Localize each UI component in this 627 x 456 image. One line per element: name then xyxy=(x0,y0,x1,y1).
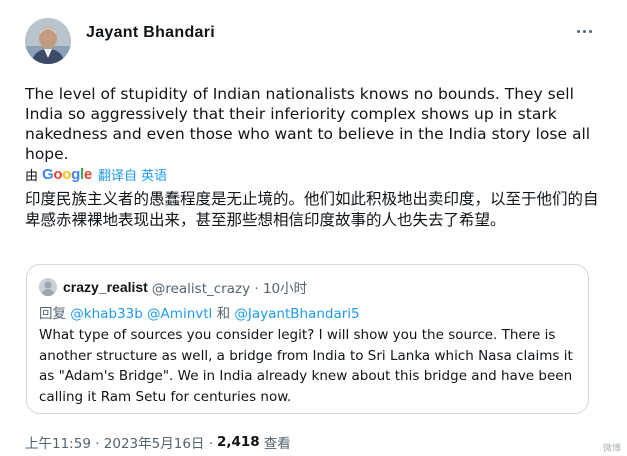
author-display-name[interactable]: Jayant Bhandari xyxy=(86,24,215,42)
translation-attribution: 由 Google 翻译自 英语 xyxy=(25,164,167,184)
translated-tweet-text: 印度民族主义者的愚蠢程度是无止境的。他们如此积极地出卖印度，以至于他们的自卑感赤… xyxy=(25,190,599,229)
reply-prefix: 回复 xyxy=(39,306,66,322)
quoted-tweet-text: What type of sources you consider legit?… xyxy=(39,327,573,405)
reply-and: 和 xyxy=(216,306,231,322)
reply-context: 回复 @khab33b @Aminvtl 和 @JayantBhandari5 xyxy=(39,302,360,322)
tweet-footer: 上午11:59 · 2023年5月16日 · 2,418 查看 xyxy=(25,432,291,452)
quoted-tweet-header: crazy_realist @realist_crazy · 10小时 xyxy=(39,277,307,297)
reply-mentions-link[interactable]: @khab33b @Aminvtl xyxy=(70,306,212,322)
quoted-tweet[interactable]: crazy_realist @realist_crazy · 10小时 回复 @… xyxy=(26,264,589,414)
reply-mention-link[interactable]: @JayantBhandari5 xyxy=(234,306,359,322)
tweet-card: Jayant Bhandari The level of stupidity o… xyxy=(0,0,627,456)
avatar-image xyxy=(25,18,71,64)
more-dot xyxy=(588,29,592,33)
tweet-body-text: The level of stupidity of Indian nationa… xyxy=(25,85,591,163)
avatar-image xyxy=(39,278,57,296)
translate-source-link[interactable]: 翻译自 英语 xyxy=(98,165,167,184)
translate-by-label: 由 xyxy=(25,168,39,184)
quoted-author-name[interactable]: crazy_realist xyxy=(63,279,148,295)
more-options-button[interactable] xyxy=(571,20,597,42)
watermark: 微博 xyxy=(602,444,621,454)
views-label: 查看 xyxy=(263,436,291,452)
views-count: 2,418 xyxy=(217,434,260,450)
author-avatar[interactable] xyxy=(25,18,71,64)
more-dot xyxy=(582,29,586,33)
timestamp-link[interactable]: 上午11:59 · 2023年5月16日 · xyxy=(25,432,213,452)
more-horizontal-icon xyxy=(576,29,580,33)
quoted-author-meta: @realist_crazy · 10小时 xyxy=(151,281,308,297)
quoted-author-avatar[interactable] xyxy=(39,278,57,296)
google-logo: Google xyxy=(42,165,92,183)
